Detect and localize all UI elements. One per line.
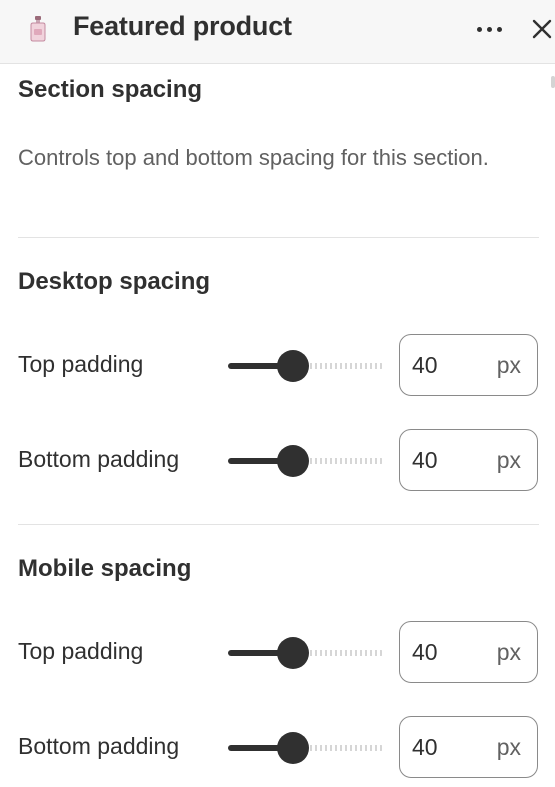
- perfume-bottle-icon: [30, 16, 46, 42]
- input-value[interactable]: 40: [412, 639, 438, 666]
- desktop-top-padding-label: Top padding: [18, 351, 144, 377]
- more-options-button[interactable]: [468, 14, 510, 44]
- input-value[interactable]: 40: [412, 352, 438, 379]
- unit-suffix: px: [496, 639, 521, 665]
- slider-handle[interactable]: [277, 445, 309, 477]
- section-description: Controls top and bottom spacing for this…: [18, 145, 489, 170]
- section-heading: Section spacing: [18, 76, 203, 103]
- mobile-bottom-padding-input[interactable]: 40 px: [399, 716, 538, 778]
- slider-track-empty[interactable]: [300, 650, 384, 656]
- desktop-bottom-padding-slider[interactable]: [228, 444, 384, 478]
- slider-handle[interactable]: [277, 732, 309, 764]
- desktop-top-padding-input[interactable]: 40 px: [399, 334, 538, 396]
- mobile-spacing-heading: Mobile spacing: [18, 555, 192, 582]
- mobile-top-padding-input[interactable]: 40 px: [399, 621, 538, 683]
- desktop-spacing-heading: Desktop spacing: [18, 268, 211, 295]
- close-icon[interactable]: [527, 14, 555, 44]
- more-horizontal-icon: [476, 26, 482, 32]
- panel-header: Featured product: [0, 0, 555, 64]
- mobile-bottom-padding-slider[interactable]: [228, 731, 384, 765]
- mobile-bottom-padding-label: Bottom padding: [18, 733, 180, 759]
- scrollbar[interactable]: [551, 76, 555, 88]
- unit-suffix: px: [496, 447, 521, 473]
- input-value[interactable]: 40: [412, 734, 438, 761]
- unit-suffix: px: [496, 352, 521, 378]
- panel-title: Featured product: [73, 11, 292, 41]
- desktop-top-padding-slider[interactable]: [228, 349, 384, 383]
- unit-suffix: px: [496, 734, 521, 760]
- desktop-bottom-padding-input[interactable]: 40 px: [399, 429, 538, 491]
- slider-track-empty[interactable]: [300, 458, 384, 464]
- divider: [18, 237, 539, 238]
- slider-track-empty[interactable]: [300, 745, 384, 751]
- slider-handle[interactable]: [277, 637, 309, 669]
- mobile-top-padding-label: Top padding: [18, 638, 144, 664]
- slider-handle[interactable]: [277, 350, 309, 382]
- divider: [18, 524, 539, 525]
- mobile-top-padding-slider[interactable]: [228, 636, 384, 670]
- slider-track-empty[interactable]: [300, 363, 384, 369]
- input-value[interactable]: 40: [412, 447, 438, 474]
- desktop-bottom-padding-label: Bottom padding: [18, 446, 180, 472]
